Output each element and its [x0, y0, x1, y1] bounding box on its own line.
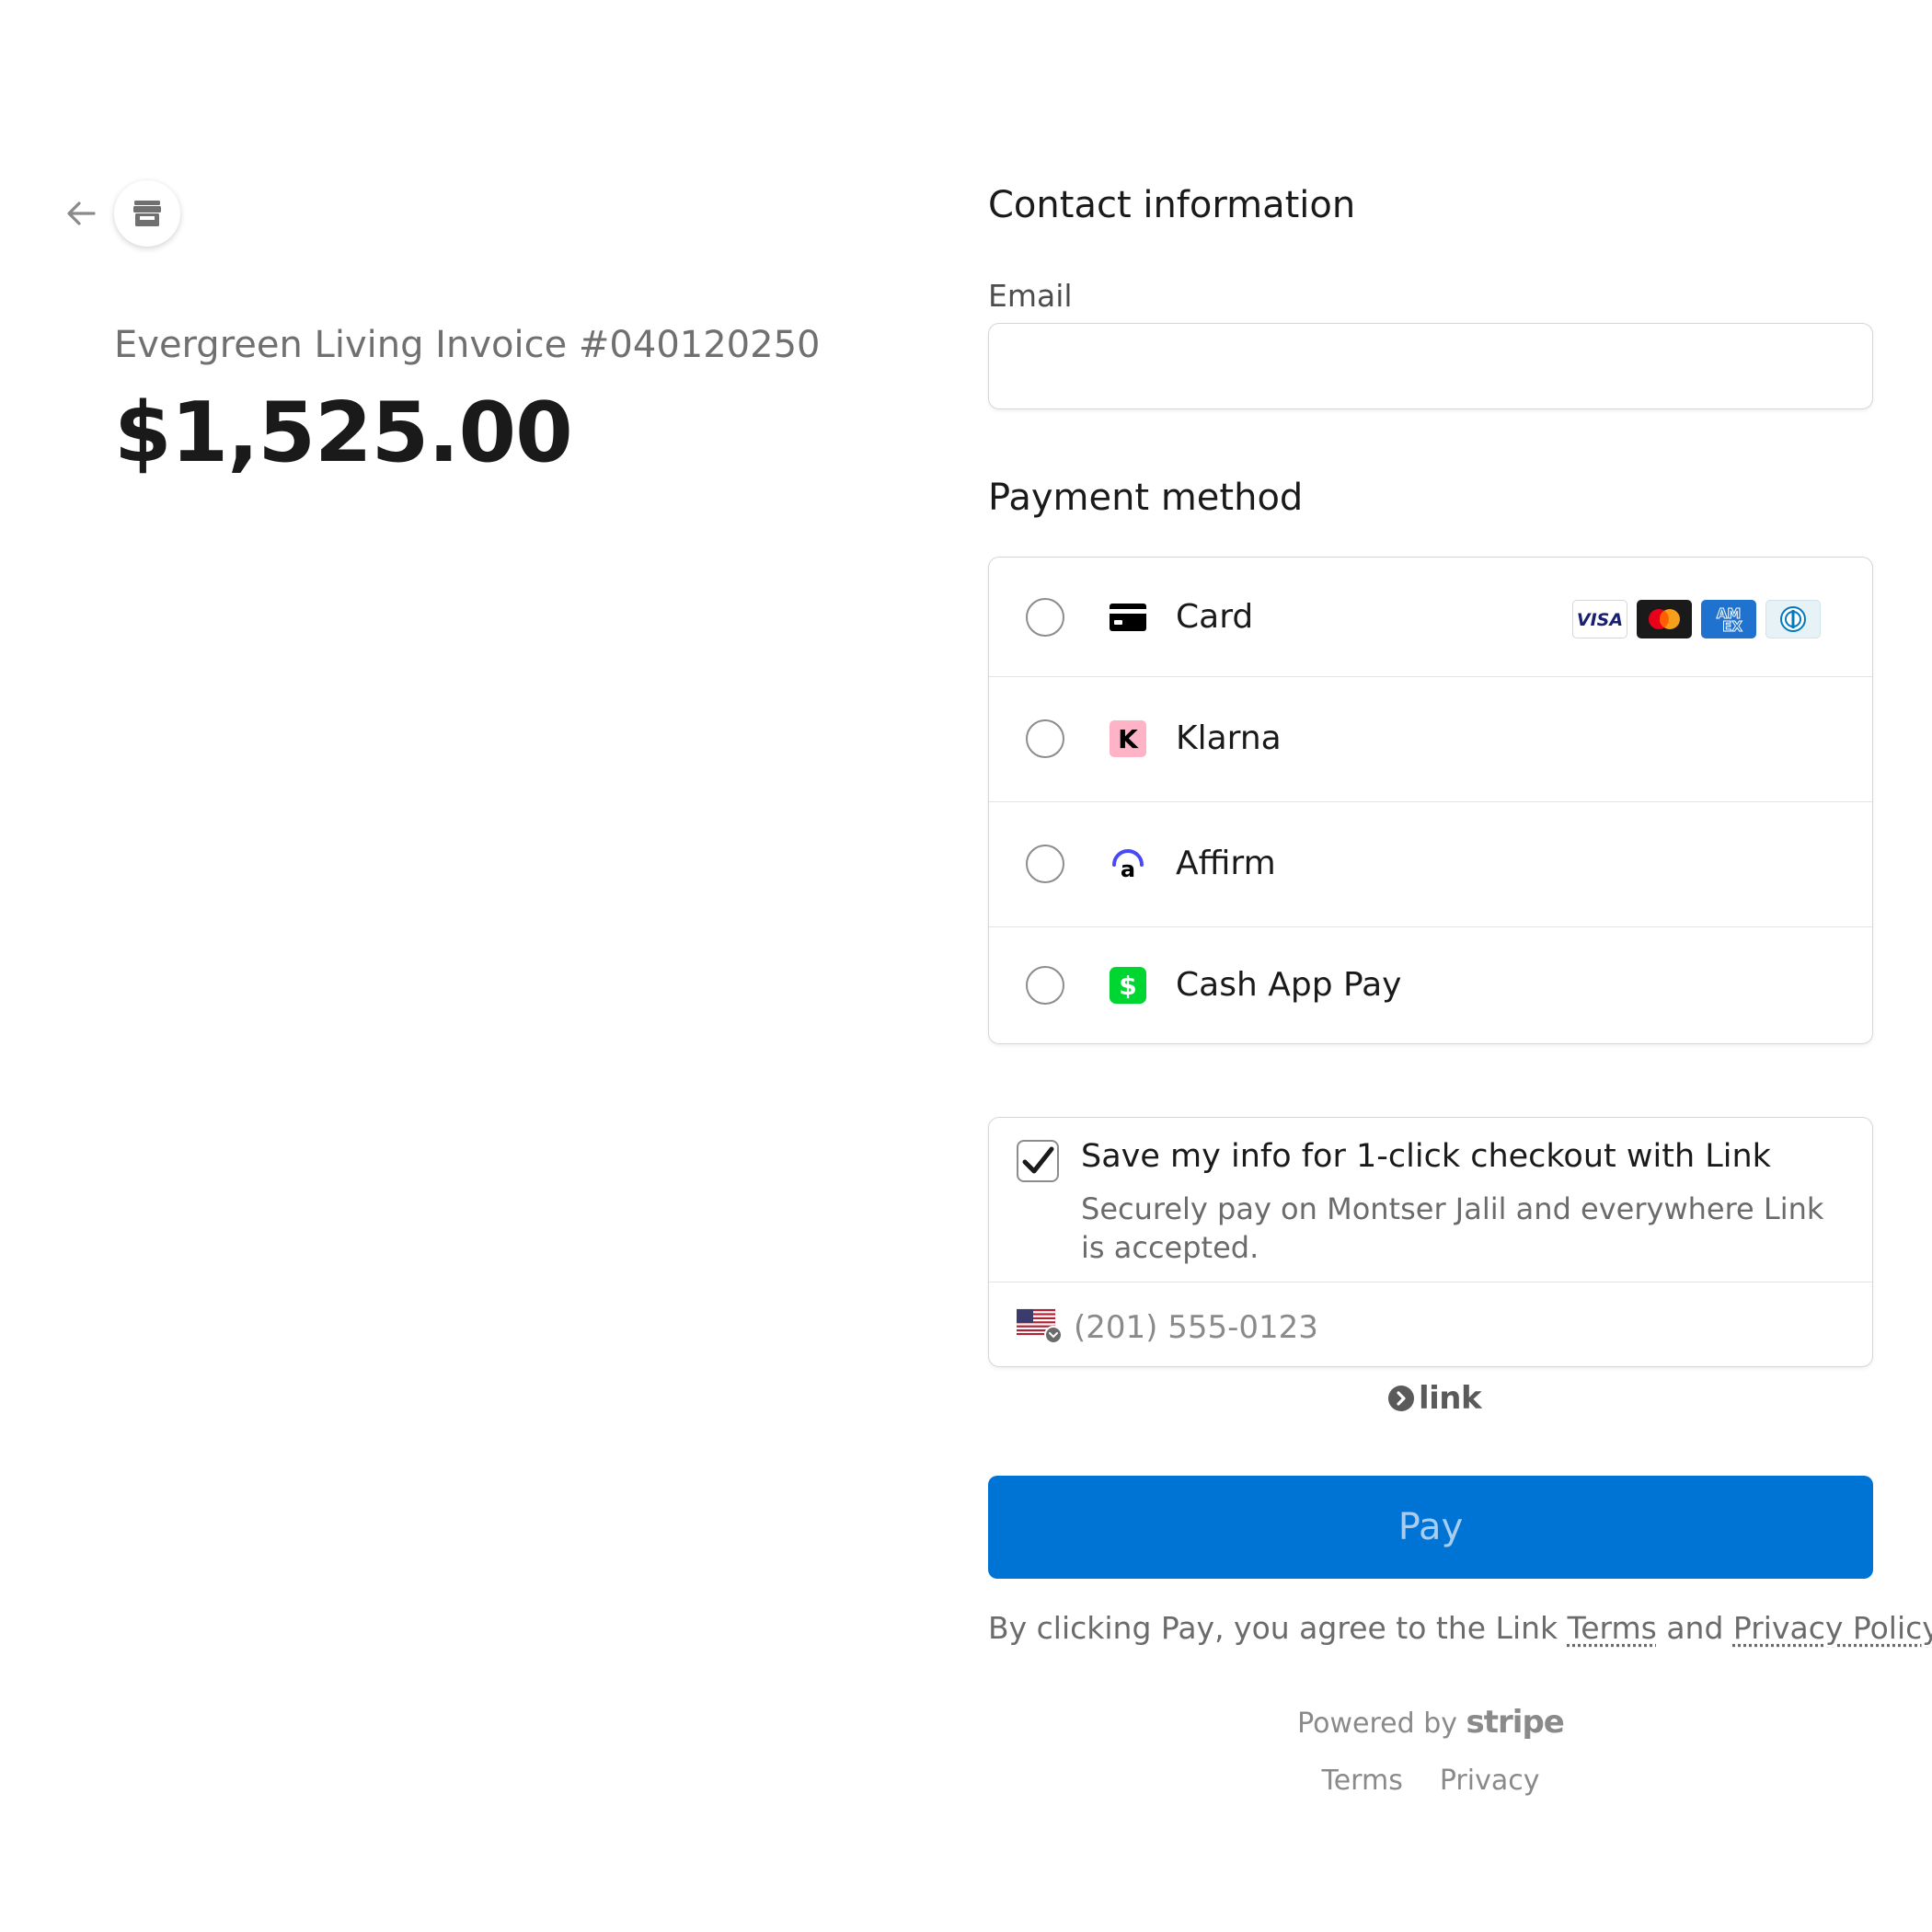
- stripe-logo: stripe: [1466, 1704, 1565, 1741]
- svg-text:EX: EX: [1722, 618, 1742, 635]
- checkmark-icon: [1022, 1146, 1054, 1174]
- radio-card[interactable]: [1026, 598, 1064, 637]
- terms-agreement: By clicking Pay, you agree to the Link T…: [988, 1610, 1932, 1646]
- terms-middle: and: [1656, 1610, 1733, 1646]
- footer-links: Terms Privacy: [988, 1765, 1873, 1797]
- back-arrow-icon[interactable]: [63, 195, 99, 232]
- contact-heading: Contact information: [988, 184, 1356, 226]
- link-arrow-icon: [1388, 1386, 1414, 1411]
- credit-card-icon: [1109, 598, 1147, 637]
- mastercard-icon: [1637, 600, 1692, 638]
- powered-by-stripe[interactable]: Powered by stripe: [988, 1704, 1873, 1741]
- affirm-icon: a: [1109, 845, 1147, 883]
- storefront-icon: [133, 201, 161, 226]
- payment-method-list: Card VISA AM EX K Klarna a Affirm $ Cash…: [988, 557, 1873, 1044]
- save-info-subtitle: Securely pay on Montser Jalil and everyw…: [1081, 1191, 1824, 1265]
- svg-text:VISA: VISA: [1577, 610, 1623, 629]
- klarna-icon: K: [1109, 719, 1147, 758]
- checkout-page: Evergreen Living Invoice #040120250 $1,5…: [0, 0, 1932, 1932]
- country-selector[interactable]: [1016, 1307, 1064, 1344]
- svg-text:$: $: [1119, 971, 1136, 1001]
- svg-text:a: a: [1121, 857, 1135, 882]
- visa-icon: VISA: [1572, 600, 1627, 638]
- pay-button[interactable]: Pay: [988, 1476, 1873, 1579]
- payment-option-klarna[interactable]: K Klarna: [989, 677, 1872, 802]
- invoice-title: Evergreen Living Invoice #040120250: [114, 324, 821, 366]
- amex-icon: AM EX: [1701, 600, 1756, 638]
- shop-avatar: [114, 180, 180, 247]
- terms-prefix: By clicking Pay, you agree to the Link: [988, 1610, 1568, 1646]
- payment-label-card: Card: [1176, 598, 1254, 636]
- powered-prefix: Powered by: [1297, 1708, 1466, 1740]
- email-label: Email: [988, 278, 1073, 314]
- payment-option-affirm[interactable]: a Affirm: [989, 802, 1872, 927]
- email-input[interactable]: [988, 323, 1873, 409]
- cash-app-icon: $: [1109, 966, 1147, 1005]
- footer-privacy-link[interactable]: Privacy: [1440, 1765, 1540, 1797]
- footer-terms-link[interactable]: Terms: [1322, 1765, 1403, 1797]
- link-save-box: Save my info for 1-click checkout with L…: [988, 1117, 1873, 1367]
- diners-club-icon: [1765, 600, 1821, 638]
- amount-due: $1,525.00: [114, 385, 573, 481]
- link-terms-link[interactable]: Terms: [1568, 1610, 1657, 1646]
- save-info-title: Save my info for 1-click checkout with L…: [1081, 1138, 1771, 1175]
- link-logo-text: link: [1419, 1380, 1482, 1417]
- phone-input[interactable]: [1072, 1293, 1845, 1363]
- radio-affirm[interactable]: [1026, 845, 1064, 883]
- payment-option-card[interactable]: Card VISA AM EX: [989, 558, 1872, 677]
- payment-option-cash-app[interactable]: $ Cash App Pay: [989, 927, 1872, 1043]
- link-privacy-link[interactable]: Privacy Policy: [1733, 1610, 1932, 1646]
- payment-label-klarna: Klarna: [1176, 719, 1282, 757]
- link-logo: link: [1387, 1380, 1482, 1417]
- svg-text:K: K: [1118, 724, 1139, 754]
- payment-heading: Payment method: [988, 477, 1304, 519]
- payment-label-affirm: Affirm: [1176, 845, 1276, 882]
- radio-cash-app[interactable]: [1026, 966, 1064, 1005]
- us-flag-icon: [1016, 1308, 1063, 1344]
- save-info-checkbox[interactable]: [1017, 1140, 1059, 1182]
- payment-label-cash-app: Cash App Pay: [1176, 966, 1402, 1004]
- radio-klarna[interactable]: [1026, 719, 1064, 758]
